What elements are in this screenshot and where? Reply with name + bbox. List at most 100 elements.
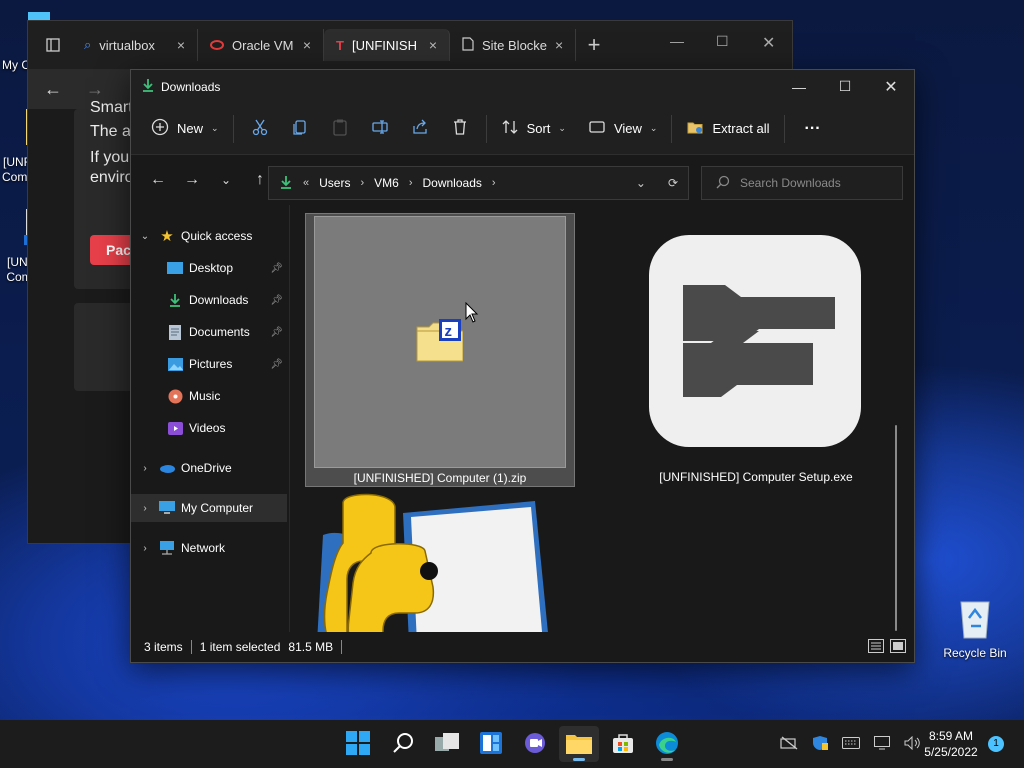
chevron-right-icon[interactable]: ›	[492, 177, 496, 189]
address-bar[interactable]: « Users › VM6 › Downloads › ⌄ ⟳	[268, 166, 689, 200]
vertical-scrollbar[interactable]	[895, 425, 897, 631]
edge-button[interactable]	[647, 726, 687, 762]
chevron-right-icon[interactable]: ›	[131, 503, 159, 514]
extract-all-button[interactable]: Extract all	[678, 111, 777, 147]
sidebar-item-my-computer[interactable]: › My Computer	[131, 494, 287, 522]
store-icon	[612, 732, 634, 757]
pin-icon[interactable]: 📌︎	[270, 263, 283, 274]
chevron-down-icon[interactable]: ⌄	[636, 176, 646, 190]
chevron-right-icon[interactable]: ›	[409, 177, 413, 189]
widgets-button[interactable]	[471, 726, 511, 762]
overflow-crumb[interactable]: «	[303, 177, 309, 189]
breadcrumb-downloads[interactable]: Downloads	[423, 176, 482, 190]
desktop-icon-label: My C	[2, 58, 30, 72]
chevron-down-icon[interactable]: ⌄	[131, 231, 159, 242]
sidebar-item-network[interactable]: › Network	[131, 534, 287, 562]
chevron-down-icon: ⌄	[649, 123, 658, 133]
pin-icon[interactable]: 📌︎	[270, 295, 283, 306]
large-icons-view-icon[interactable]	[890, 638, 906, 656]
share-button[interactable]	[400, 111, 440, 147]
sidebar-item-downloads[interactable]: Downloads 📌︎	[131, 286, 287, 314]
file-item-python[interactable]	[305, 493, 575, 633]
clock-time: 8:59 AM	[928, 729, 974, 743]
explorer-title-bar[interactable]: Downloads — ☐ ✕	[131, 70, 914, 103]
taskbar: 8:59 AM 5/25/2022	[0, 720, 1024, 768]
forward-arrow-icon[interactable]: →	[175, 165, 209, 195]
file-name: [UNFINISHED] Computer Setup.exe	[659, 470, 853, 484]
browser-tab[interactable]: Site Blocke ×	[450, 29, 576, 61]
search-input[interactable]: Search Downloads	[740, 176, 841, 190]
breadcrumb-users[interactable]: Users	[319, 176, 350, 190]
security-shield-icon[interactable]	[812, 735, 828, 754]
sidebar-item-videos[interactable]: Videos	[131, 414, 287, 442]
item-count: 3 items	[144, 640, 183, 654]
new-label: New	[177, 121, 204, 136]
sidebar-item-documents[interactable]: Documents 📌︎	[131, 318, 287, 346]
forward-arrow-icon[interactable]: →	[86, 79, 104, 100]
browser-tab[interactable]: Oracle VM ×	[198, 29, 324, 61]
browser-maximize-icon[interactable]: ☐	[716, 33, 729, 50]
file-explorer-window[interactable]: Downloads — ☐ ✕ New ⌄ Sort ⌄ View ⌄ Extr…	[130, 69, 915, 663]
taskbar-search-button[interactable]	[383, 726, 423, 762]
chevron-right-icon[interactable]: ›	[131, 543, 159, 554]
close-tab-icon[interactable]: ×	[555, 37, 563, 53]
new-tab-icon[interactable]: +	[576, 32, 612, 58]
file-item-exe[interactable]: [UNFINISHED] Computer Setup.exe	[621, 213, 891, 487]
teams-chat-button[interactable]	[515, 726, 555, 762]
details-view-icon[interactable]	[868, 638, 884, 656]
display-icon[interactable]	[874, 735, 890, 753]
close-tab-icon[interactable]: ×	[303, 37, 311, 53]
file-explorer-taskbar-button[interactable]	[559, 726, 599, 762]
tab-actions-icon[interactable]	[34, 29, 72, 61]
content-card	[74, 303, 134, 391]
sidebar-item-pictures[interactable]: Pictures 📌︎	[131, 350, 287, 378]
notification-badge[interactable]: 1	[988, 736, 1004, 752]
search-box[interactable]: Search Downloads	[701, 166, 903, 200]
sort-button[interactable]: Sort ⌄	[493, 111, 574, 147]
back-arrow-icon[interactable]: ←	[141, 165, 175, 195]
rename-button[interactable]	[360, 111, 400, 147]
content-action-button[interactable]: Pac	[90, 235, 134, 265]
pin-icon[interactable]: 📌︎	[270, 359, 283, 370]
sidebar-item-label: Music	[189, 389, 221, 403]
close-icon[interactable]: ✕	[868, 70, 914, 103]
browser-close-icon[interactable]: ✕	[762, 33, 775, 53]
keyboard-icon[interactable]	[842, 736, 860, 752]
pin-icon[interactable]: 📌︎	[270, 327, 283, 338]
back-arrow-icon[interactable]: ←	[44, 79, 62, 100]
new-button[interactable]: New ⌄	[143, 111, 227, 147]
desktop-icon-recycle-bin[interactable]: Recycle Bin	[942, 596, 1008, 660]
close-tab-icon[interactable]: ×	[429, 37, 437, 53]
paste-button[interactable]	[320, 111, 360, 147]
sidebar-item-desktop[interactable]: Desktop 📌︎	[131, 254, 287, 282]
close-tab-icon[interactable]: ×	[177, 37, 185, 53]
share-icon	[411, 118, 429, 139]
browser-tab-active[interactable]: T [UNFINISH ×	[324, 29, 450, 61]
sidebar-item-onedrive[interactable]: › OneDrive	[131, 454, 287, 482]
refresh-icon[interactable]: ⟳	[668, 176, 678, 190]
chevron-right-icon[interactable]: ›	[360, 177, 364, 189]
recent-locations-icon[interactable]: ⌄	[209, 165, 243, 195]
browser-tab[interactable]: ⌕ virtualbox ×	[72, 29, 198, 61]
file-item-zip[interactable]: z [UNFINISHED] Computer (1).zip	[305, 213, 575, 487]
sidebar-item-music[interactable]: Music	[131, 382, 287, 410]
view-button[interactable]: View ⌄	[580, 111, 666, 147]
cut-button[interactable]	[240, 111, 280, 147]
store-button[interactable]	[603, 726, 643, 762]
sidebar-item-quick-access[interactable]: ⌄ ★ Quick access	[131, 222, 287, 250]
more-options-button[interactable]: ···	[791, 111, 835, 147]
chevron-right-icon[interactable]: ›	[131, 463, 159, 474]
task-view-button[interactable]	[427, 726, 467, 762]
pane-divider[interactable]	[289, 205, 290, 633]
breadcrumb-vm6[interactable]: VM6	[374, 176, 399, 190]
copy-button[interactable]	[280, 111, 320, 147]
browser-tab-label: virtualbox	[99, 37, 155, 53]
network-offline-icon[interactable]	[780, 735, 798, 753]
clock[interactable]: 8:59 AM 5/25/2022	[916, 728, 986, 760]
minimize-icon[interactable]: —	[776, 70, 822, 103]
start-button[interactable]	[338, 726, 378, 762]
browser-minimize-icon[interactable]: —	[670, 33, 684, 49]
delete-button[interactable]	[440, 111, 480, 147]
python-file-icon	[313, 493, 553, 633]
maximize-icon[interactable]: ☐	[822, 70, 868, 103]
